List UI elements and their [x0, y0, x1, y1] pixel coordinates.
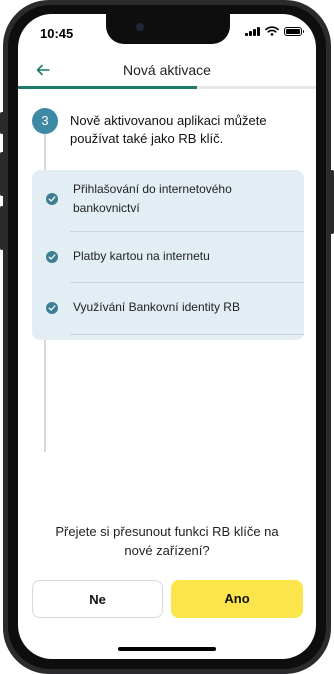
notch [106, 14, 230, 44]
step-connector-lower [44, 340, 46, 452]
divider [70, 334, 304, 335]
divider [70, 282, 304, 283]
status-icons [245, 26, 304, 36]
wifi-icon [265, 26, 279, 36]
check-circle-icon [46, 193, 58, 205]
home-indicator [118, 647, 216, 651]
page-title: Nová aktivace [123, 62, 211, 78]
step-connector [44, 134, 46, 170]
power-button [330, 170, 334, 234]
app-screen: 10:45 Nová aktivace 3 Nově aktivovanou a… [18, 14, 316, 659]
mute-switch [0, 112, 4, 134]
volume-up-button [0, 152, 4, 196]
progress-fill [18, 86, 197, 89]
no-button[interactable]: Ne [32, 580, 163, 618]
feature-list: Přihlašování do internetového bankovnict… [32, 170, 304, 340]
check-circle-icon [46, 251, 58, 263]
yes-button[interactable]: Ano [171, 580, 303, 618]
signal-icon [245, 26, 260, 36]
confirm-question: Přejete si přesunout funkci RB klíče na … [55, 524, 279, 558]
feature-label: Využívání Bankovní identity RB [73, 300, 240, 314]
step-number-badge: 3 [32, 108, 58, 134]
volume-down-button [0, 206, 4, 250]
app-header: Nová aktivace [18, 54, 316, 88]
feature-label: Přihlašování do internetového bankovnict… [73, 182, 232, 215]
front-camera [136, 23, 144, 31]
battery-icon [284, 26, 304, 36]
status-time: 10:45 [40, 26, 74, 41]
divider [70, 231, 304, 232]
step-description: Nově aktivovanou aplikaci můžete používa… [70, 113, 267, 146]
feature-label: Platby kartou na internetu [73, 249, 210, 263]
check-circle-icon [46, 302, 58, 314]
progress-bar [18, 86, 316, 89]
